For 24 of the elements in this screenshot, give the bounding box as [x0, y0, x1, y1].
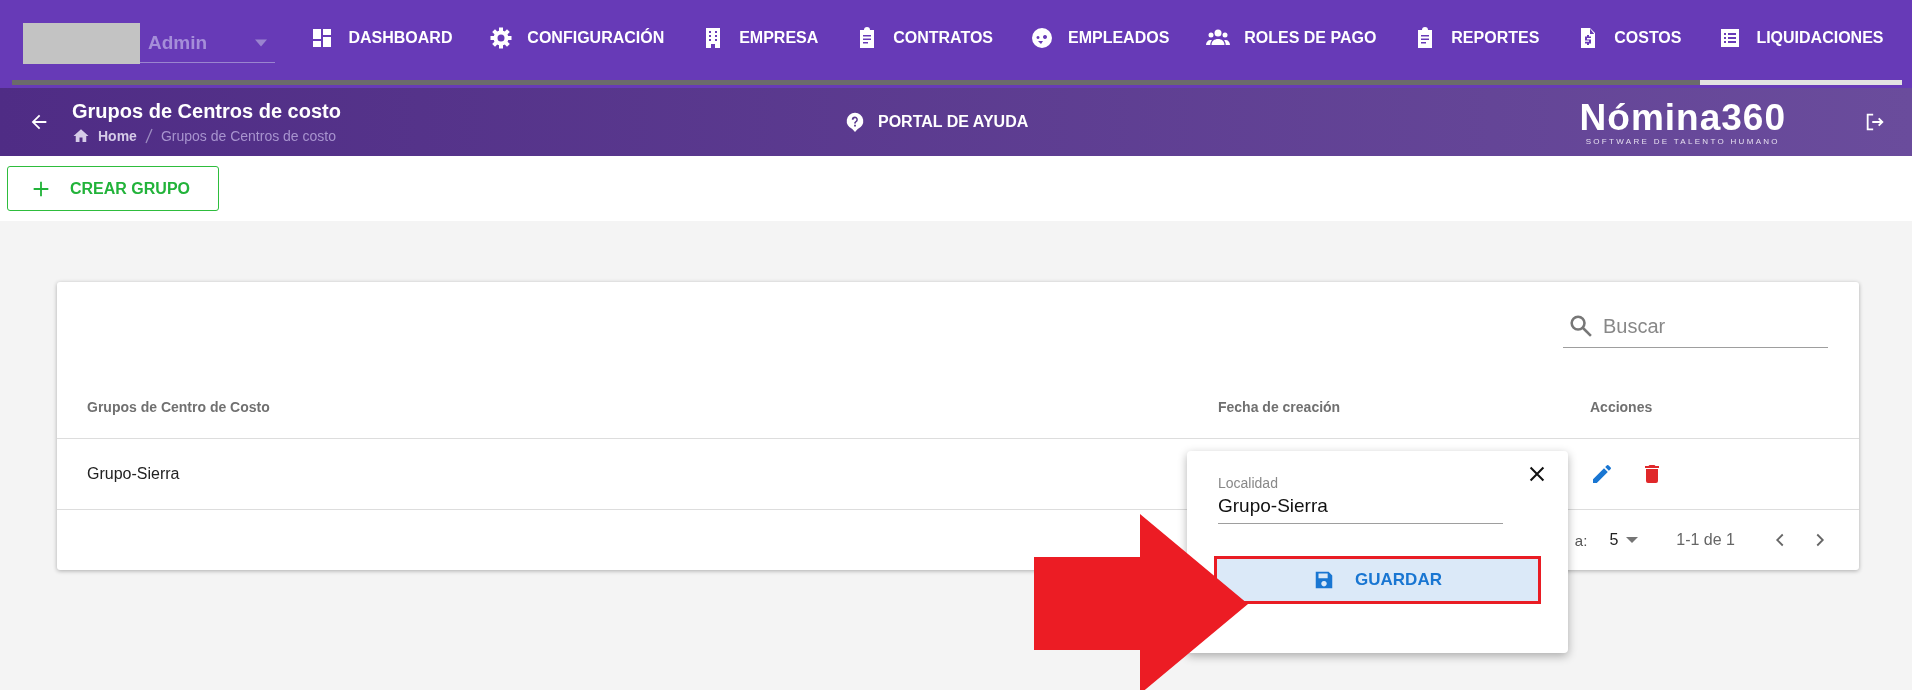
breadcrumb-current: Grupos de Centros de costo — [160, 127, 336, 144]
pencil-icon — [1590, 462, 1614, 486]
help-icon — [844, 111, 866, 133]
settings-icon — [489, 26, 514, 50]
logo-tagline: SOFTWARE DE TALENTO HUMANO — [1585, 136, 1780, 146]
logo-wordmark: Nómina360 — [1579, 98, 1786, 137]
page-range: 1-1 de 1 — [1676, 531, 1735, 549]
breadcrumb-link[interactable]: Home — [98, 127, 137, 144]
column-header: Fecha de creación — [1218, 398, 1342, 415]
page-title: Grupos de Centros de costo — [72, 99, 342, 123]
rows-per-page-label: a: — [1574, 531, 1588, 549]
column-header: Acciones — [1590, 398, 1654, 415]
locality-field[interactable]: Localidad Grupo-Sierra — [1218, 475, 1503, 524]
rows-per-page-select[interactable]: 5 — [1609, 531, 1639, 549]
help-portal-link[interactable]: PORTAL DE AYUDA — [844, 111, 1029, 133]
edit-button[interactable] — [1590, 462, 1614, 486]
caret-icon — [1626, 534, 1639, 546]
breadcrumb-separator — [144, 127, 153, 144]
logout-icon — [1864, 111, 1886, 133]
column-header: Grupos de Centro de Costo — [87, 398, 271, 415]
face-icon — [1029, 26, 1054, 50]
search-field[interactable]: Buscar — [1563, 305, 1828, 348]
table-cell-text: Grupo-Sierra — [87, 465, 181, 483]
save-button[interactable]: GUARDAR — [1217, 559, 1538, 601]
